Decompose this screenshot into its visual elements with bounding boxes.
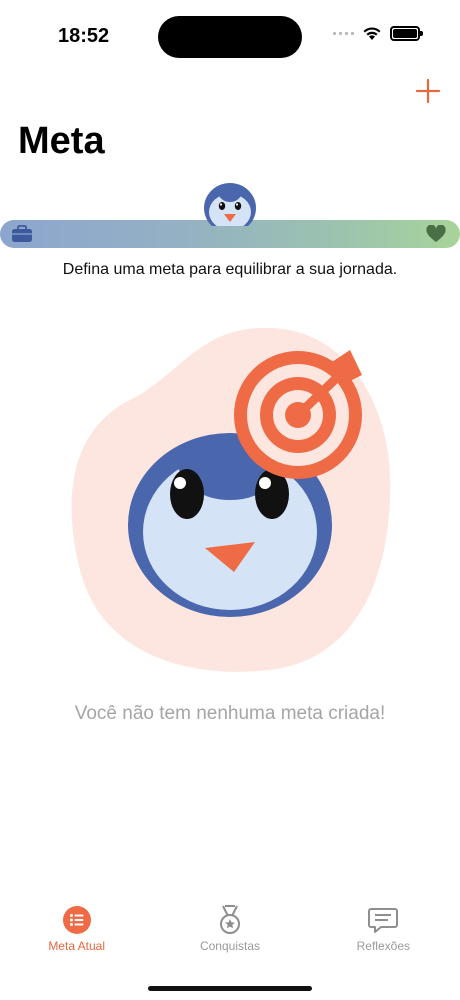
plus-icon <box>415 78 441 104</box>
wifi-icon <box>363 27 381 40</box>
home-indicator <box>148 986 312 991</box>
tab-label: Conquistas <box>199 939 261 953</box>
screen: 18:52 Meta Defina uma meta para equilibr… <box>0 0 460 1000</box>
tab-meta-atual[interactable]: Meta Atual <box>0 905 153 975</box>
briefcase-icon <box>12 225 32 242</box>
tab-bar: Meta Atual Conquistas Reflexões <box>0 905 460 975</box>
empty-state-message: Você não tem nenhuma meta criada! <box>74 703 386 724</box>
penguin-target-illustration <box>71 327 391 672</box>
balance-bar <box>0 183 460 248</box>
status-time: 18:52 <box>58 25 110 47</box>
status-icons <box>333 26 423 41</box>
subtitle: Defina uma meta para equilibrar a sua jo… <box>62 261 398 278</box>
list-icon <box>62 906 91 934</box>
chat-icon <box>368 908 399 933</box>
battery-icon <box>390 26 423 41</box>
cellular-signal-icon <box>333 32 354 35</box>
heart-icon <box>426 225 446 242</box>
page-title: Meta <box>18 120 105 162</box>
dynamic-island <box>158 16 302 58</box>
tab-conquistas[interactable]: Conquistas <box>153 905 306 975</box>
tab-label: Meta Atual <box>48 939 106 953</box>
tab-label: Reflexões <box>356 939 410 953</box>
medal-icon <box>219 905 240 934</box>
tab-reflexoes[interactable]: Reflexões <box>307 905 460 975</box>
balance-penguin-marker <box>204 183 256 226</box>
target-icon <box>234 350 362 479</box>
add-goal-button[interactable] <box>414 77 442 105</box>
